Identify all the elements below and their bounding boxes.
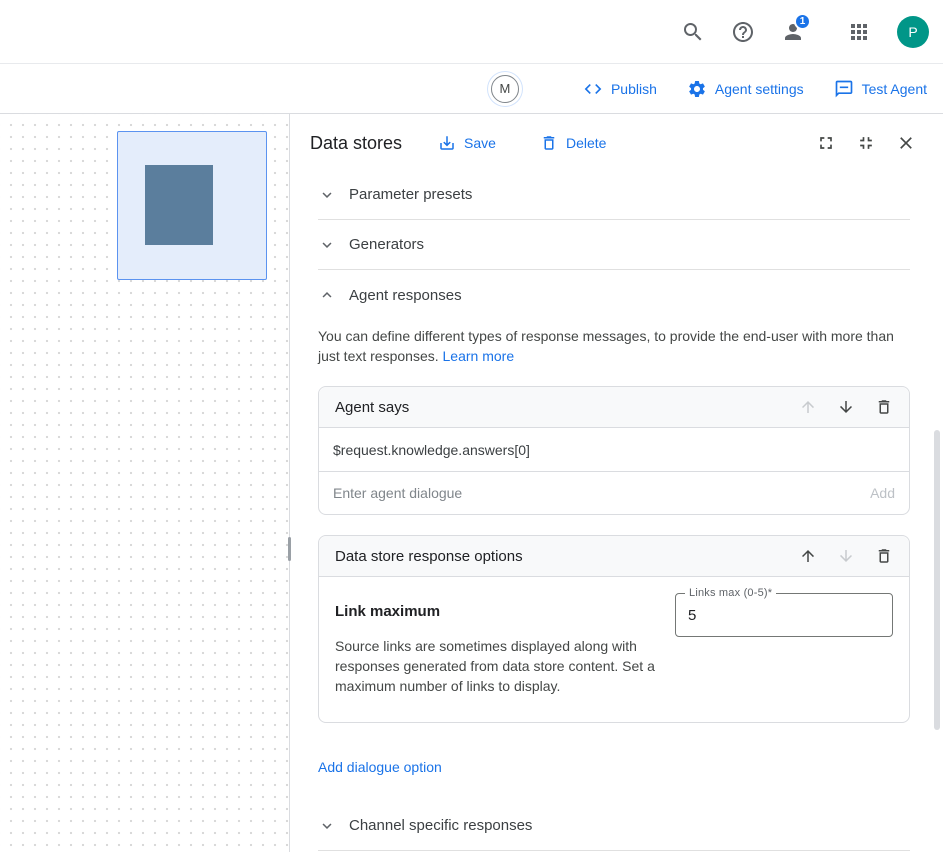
option-description: Source links are sometimes displayed alo… bbox=[335, 636, 667, 696]
flow-canvas[interactable] bbox=[0, 114, 289, 852]
trash-icon bbox=[875, 398, 893, 416]
move-up-button[interactable] bbox=[799, 547, 817, 565]
agent-responses-description: You can define different types of respon… bbox=[318, 326, 903, 366]
flow-node[interactable] bbox=[117, 131, 267, 280]
global-topbar: 1 P bbox=[0, 0, 943, 64]
save-icon bbox=[438, 134, 456, 152]
fullscreen-button[interactable] bbox=[813, 130, 839, 156]
data-store-card-header: Data store response options bbox=[319, 536, 909, 577]
learn-more-link[interactable]: Learn more bbox=[443, 348, 515, 364]
publish-label: Publish bbox=[611, 81, 657, 97]
app-root: 1 P M Publish Agent settings Tes bbox=[0, 0, 943, 852]
section-label: Channel specific responses bbox=[349, 817, 532, 834]
links-max-field: Links max (0-5)* bbox=[675, 593, 893, 637]
links-max-input[interactable] bbox=[676, 594, 892, 636]
section-label: Parameter presets bbox=[349, 186, 472, 203]
apps-grid-icon bbox=[847, 20, 871, 44]
chevron-down-icon bbox=[318, 186, 336, 204]
code-icon bbox=[583, 79, 603, 99]
move-down-button[interactable] bbox=[837, 398, 855, 416]
delete-card-button[interactable] bbox=[875, 547, 893, 565]
arrow-up-icon bbox=[799, 547, 817, 565]
panel-body: Parameter presets Generators Agent respo… bbox=[290, 164, 943, 852]
test-agent-label: Test Agent bbox=[862, 81, 927, 97]
arrow-up-icon bbox=[799, 398, 817, 416]
panel-resize-handle[interactable] bbox=[288, 537, 291, 561]
agent-says-card: Agent says bbox=[318, 386, 910, 515]
link-maximum-section: Link maximum Source links are sometimes … bbox=[335, 593, 667, 696]
card-title: Agent says bbox=[335, 399, 409, 416]
save-label: Save bbox=[464, 135, 496, 151]
notification-badge: 1 bbox=[794, 13, 811, 30]
section-channel-specific-responses[interactable]: Channel specific responses bbox=[318, 801, 910, 851]
search-button[interactable] bbox=[673, 12, 713, 52]
section-agent-responses[interactable]: Agent responses bbox=[318, 270, 910, 320]
user-avatar[interactable]: P bbox=[897, 16, 929, 48]
description-text: You can define different types of respon… bbox=[318, 328, 894, 364]
section-generators[interactable]: Generators bbox=[318, 220, 910, 270]
test-agent-button[interactable]: Test Agent bbox=[834, 79, 927, 99]
dialogue-value: $request.knowledge.answers[0] bbox=[333, 442, 530, 458]
panel-scrollbar-thumb[interactable] bbox=[934, 430, 940, 730]
section-label: Generators bbox=[349, 236, 424, 253]
card-title: Data store response options bbox=[335, 548, 523, 565]
section-label: Agent responses bbox=[349, 287, 462, 304]
arrow-down-icon bbox=[837, 547, 855, 565]
help-icon bbox=[731, 20, 755, 44]
close-icon bbox=[896, 133, 916, 153]
section-parameter-presets[interactable]: Parameter presets bbox=[318, 170, 910, 220]
chevron-up-icon bbox=[318, 286, 336, 304]
delete-button[interactable]: Delete bbox=[540, 134, 606, 152]
option-title: Link maximum bbox=[335, 603, 667, 620]
flow-node-content bbox=[145, 165, 213, 245]
card-actions bbox=[799, 398, 893, 416]
search-icon bbox=[681, 20, 705, 44]
card-actions bbox=[799, 547, 893, 565]
data-store-card-body: Link maximum Source links are sometimes … bbox=[319, 577, 909, 722]
panel-header: Data stores Save Delete bbox=[290, 114, 943, 164]
add-dialogue-option-link[interactable]: Add dialogue option bbox=[318, 759, 442, 775]
notifications-button[interactable]: 1 bbox=[773, 12, 813, 52]
trash-icon bbox=[875, 547, 893, 565]
trash-icon bbox=[540, 134, 558, 152]
delete-label: Delete bbox=[566, 135, 606, 151]
add-button[interactable]: Add bbox=[870, 485, 895, 501]
agent-avatar[interactable]: M bbox=[491, 75, 519, 103]
save-button[interactable]: Save bbox=[438, 134, 496, 152]
chat-icon bbox=[834, 79, 854, 99]
help-button[interactable] bbox=[723, 12, 763, 52]
close-panel-button[interactable] bbox=[893, 130, 919, 156]
agent-settings-button[interactable]: Agent settings bbox=[687, 79, 804, 99]
move-down-button[interactable] bbox=[837, 547, 855, 565]
links-max-label: Links max (0-5)* bbox=[685, 587, 776, 599]
arrow-down-icon bbox=[837, 398, 855, 416]
publish-button[interactable]: Publish bbox=[583, 79, 657, 99]
data-stores-panel: Data stores Save Delete bbox=[289, 114, 943, 852]
gear-icon bbox=[687, 79, 707, 99]
agent-settings-label: Agent settings bbox=[715, 81, 804, 97]
chevron-down-icon bbox=[318, 817, 336, 835]
move-up-button[interactable] bbox=[799, 398, 817, 416]
agent-says-card-header: Agent says bbox=[319, 387, 909, 428]
exit-fullscreen-button[interactable] bbox=[853, 130, 879, 156]
apps-grid-button[interactable] bbox=[839, 12, 879, 52]
dialogue-input-row: Add bbox=[319, 472, 909, 514]
workspace: Data stores Save Delete bbox=[0, 114, 943, 852]
delete-card-button[interactable] bbox=[875, 398, 893, 416]
fullscreen-icon bbox=[816, 133, 836, 153]
exit-fullscreen-icon bbox=[856, 133, 876, 153]
data-store-options-card: Data store response options bbox=[318, 535, 910, 723]
agent-toolbar: M Publish Agent settings Test Agent bbox=[0, 64, 943, 114]
dialogue-input[interactable] bbox=[333, 485, 870, 501]
page-title: Data stores bbox=[310, 133, 402, 154]
chevron-down-icon bbox=[318, 236, 336, 254]
dialogue-value-row[interactable]: $request.knowledge.answers[0] bbox=[319, 428, 909, 472]
